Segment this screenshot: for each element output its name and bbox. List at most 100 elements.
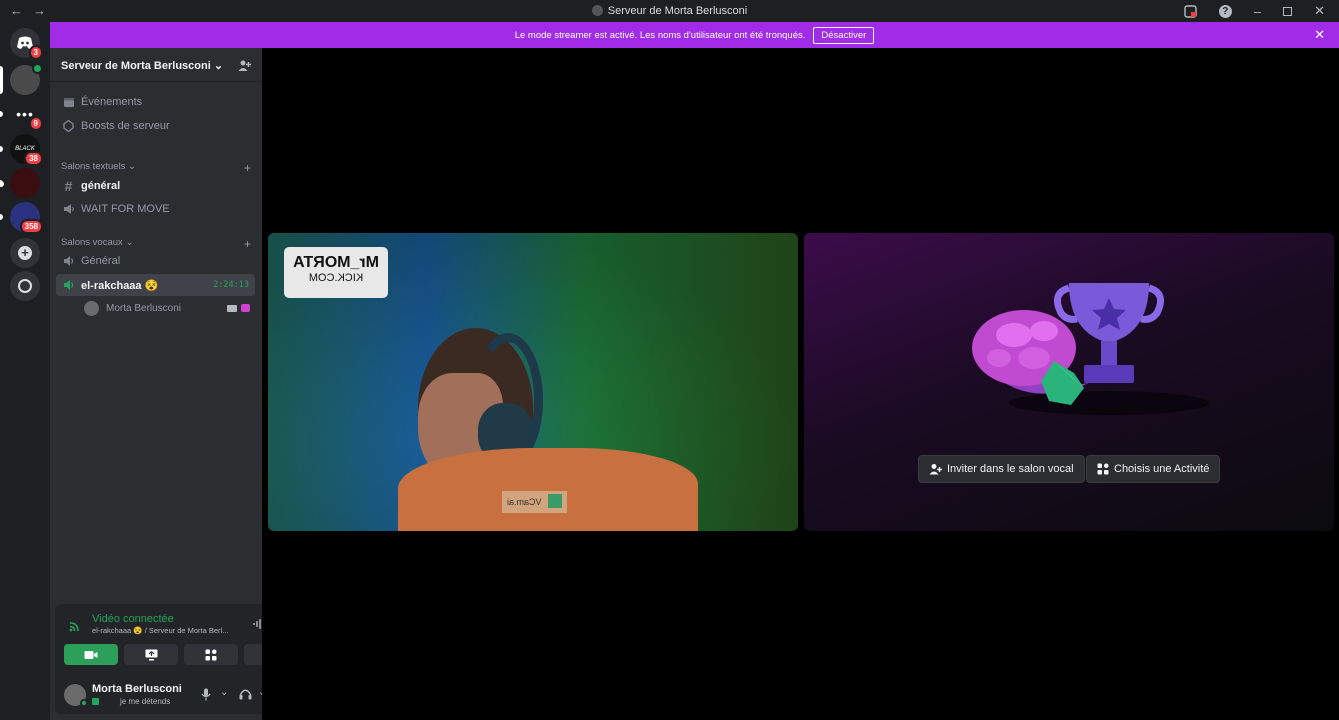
camera-button[interactable] <box>64 644 118 665</box>
text-category-label: Salons textuels <box>61 161 126 172</box>
window-controls: ? – ✕ <box>1184 3 1325 19</box>
activity-icon <box>241 304 250 312</box>
channel-label: Général <box>81 255 121 267</box>
discord-home-icon[interactable]: 3 <box>10 28 43 60</box>
voice-category[interactable]: Salons vocaux ⌄ + <box>61 237 251 251</box>
unread-indicator <box>0 214 3 220</box>
selected-indicator <box>0 66 3 94</box>
window-title-text: Serveur de Morta Berlusconi <box>607 5 748 17</box>
speaker-icon <box>62 255 75 268</box>
unread-indicator <box>0 146 3 152</box>
camera-icon <box>227 304 237 312</box>
hashtag-icon: # <box>64 178 73 194</box>
voice-channel-el-rakchaaa[interactable]: el-rakchaaa 😵 2:24:13 <box>56 274 255 296</box>
camera-tile[interactable]: Mr_MORTA KICK.COM VCam.ai <box>268 233 798 531</box>
server-header[interactable]: Serveur de Morta Berlusconi ⌄ <box>50 48 262 82</box>
add-member-icon <box>929 464 942 475</box>
server-icon-2[interactable]: ••• 9 <box>10 99 43 131</box>
announcement-icon <box>62 203 75 216</box>
avatar <box>84 300 99 316</box>
invite-label: Inviter dans le salon vocal <box>947 463 1074 475</box>
add-server-icon[interactable]: + <box>10 238 40 268</box>
cam-watermark: Mr_MORTA KICK.COM <box>284 247 388 298</box>
unread-indicator <box>0 111 3 117</box>
invite-to-voice-button[interactable]: Inviter dans le salon vocal <box>918 455 1085 483</box>
calendar-icon <box>62 96 75 109</box>
screen-share-icon <box>145 649 157 660</box>
chevron-down-icon: ⌄ <box>128 161 137 172</box>
server-icon-1[interactable] <box>10 63 43 95</box>
speaker-status-icon <box>92 698 99 705</box>
online-status-icon <box>80 699 88 707</box>
text-category[interactable]: Salons textuels ⌄ + <box>61 161 251 175</box>
channel-label: général <box>81 180 121 192</box>
choose-activity-button[interactable]: Choisis une Activité <box>1086 455 1221 483</box>
signal-icon <box>69 622 79 632</box>
banner-text: Le mode streamer est activé. Les noms d'… <box>514 29 806 41</box>
chevron-down-icon: ⌄ <box>125 237 134 248</box>
microphone-icon[interactable] <box>201 688 211 701</box>
user-status: je me détends <box>120 697 171 706</box>
add-member-icon[interactable] <box>238 59 251 72</box>
voice-member[interactable]: Morta Berlusconi <box>78 297 255 319</box>
camera-icon <box>84 650 98 659</box>
close-icon[interactable]: ✕ <box>1314 27 1325 43</box>
window-title: Serveur de Morta Berlusconi <box>0 5 1339 17</box>
server-icon-4[interactable] <box>10 168 40 198</box>
boosts-label: Boosts de serveur <box>81 120 170 132</box>
channel-wait-for-move[interactable]: WAIT FOR MOVE <box>56 198 255 220</box>
server-icon-5[interactable]: 358 <box>10 202 43 234</box>
voice-status-title[interactable]: Vidéo connectée <box>92 613 174 625</box>
chevron-down-icon: ⌄ <box>213 60 224 72</box>
channel-label: WAIT FOR MOVE <box>81 203 170 215</box>
title-bar: ← → Serveur de Morta Berlusconi ? – ✕ <box>0 0 1339 22</box>
boosts-link[interactable]: Boosts de serveur <box>56 115 255 137</box>
voice-timer: 2:24:13 <box>213 280 249 290</box>
channel-general-text[interactable]: # général <box>56 175 255 197</box>
shirt-logo: VCam.ai <box>502 491 567 513</box>
voice-stage: Mr_MORTA KICK.COM VCam.ai Inviter dans l… <box>262 48 1339 720</box>
close-window-icon[interactable]: ✕ <box>1314 3 1325 19</box>
mention-badge: 9 <box>28 116 43 131</box>
boost-icon <box>62 120 75 133</box>
maximize-icon[interactable] <box>1283 6 1293 16</box>
trophy-illustration-icon <box>972 283 1209 415</box>
chevron-down-icon[interactable]: ⌄ <box>220 687 228 698</box>
voice-category-label: Salons vocaux <box>61 237 123 248</box>
voice-channel-general[interactable]: Général <box>56 250 255 272</box>
streamer-mode-banner: Le mode streamer est activé. Les noms d'… <box>50 22 1339 48</box>
server-icon <box>591 5 603 16</box>
server-list: 3 ••• 9 BLACK 38 358 + <box>0 22 50 720</box>
shirt-text: VCam.ai <box>507 497 542 507</box>
activity-tile: Inviter dans le salon vocal Choisis une … <box>804 233 1334 531</box>
discover-icon[interactable] <box>10 271 40 301</box>
add-channel-icon[interactable]: + <box>244 237 251 251</box>
watermark-line-2: KICK.COM <box>308 272 364 284</box>
disable-button[interactable]: Désactiver <box>813 26 875 44</box>
speaker-icon <box>62 279 75 292</box>
minimize-icon[interactable]: – <box>1254 4 1261 19</box>
user-name[interactable]: Morta Berlusconi <box>92 683 182 695</box>
screen-share-button[interactable] <box>124 644 178 665</box>
channel-label: el-rakchaaa 😵 <box>81 279 159 292</box>
events-link[interactable]: Événements <box>56 91 255 113</box>
server-name: Serveur de Morta Berlusconi <box>61 60 211 72</box>
headphones-icon[interactable] <box>239 688 252 700</box>
person-shirt <box>398 448 698 531</box>
mention-badge: 38 <box>24 151 43 166</box>
activities-button[interactable] <box>184 644 238 665</box>
activity-label: Choisis une Activité <box>1114 463 1210 475</box>
channel-sidebar: Serveur de Morta Berlusconi ⌄ Événements… <box>0 48 306 720</box>
watermark-line-1: Mr_MORTA <box>293 254 379 271</box>
activities-icon <box>205 649 217 660</box>
add-channel-icon[interactable]: + <box>244 161 251 175</box>
server-icon-3[interactable]: BLACK 38 <box>10 134 43 166</box>
mention-badge: 358 <box>19 219 43 234</box>
voice-member-name: Morta Berlusconi <box>106 302 182 314</box>
voice-status-subtitle[interactable]: el-rakchaaa 😵 / Serveur de Morta Berl... <box>92 626 228 635</box>
mention-badge: 3 <box>28 45 43 60</box>
voice-indicator-icon <box>32 63 43 74</box>
help-icon[interactable]: ? <box>1218 4 1232 18</box>
events-label: Événements <box>81 96 143 108</box>
inbox-icon[interactable] <box>1184 4 1197 18</box>
